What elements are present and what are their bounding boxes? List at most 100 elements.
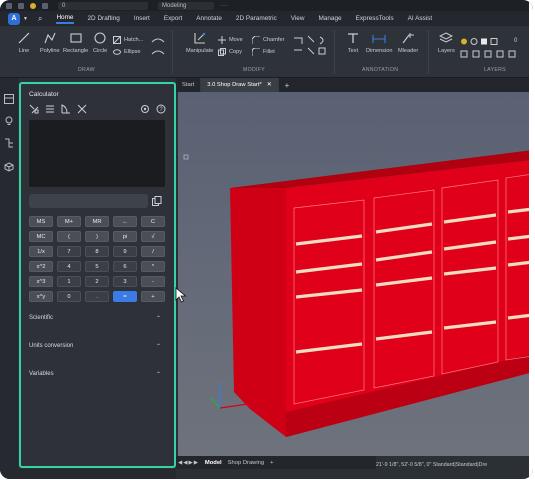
key-memory-add[interactable]: M+ — [57, 216, 81, 227]
key-digit-6[interactable]: 6 — [113, 261, 137, 272]
expression-input[interactable] — [29, 194, 148, 208]
chamfer-button[interactable]: Chamfer — [252, 36, 284, 44]
layer-tool-icons[interactable] — [460, 50, 520, 59]
tab-export[interactable]: Export — [164, 15, 182, 22]
key-square[interactable]: x^2 — [29, 261, 53, 272]
lightbulb-icon[interactable] — [30, 2, 36, 9]
open-file-icon[interactable] — [18, 2, 24, 9]
app-menu-button[interactable]: A — [8, 12, 20, 25]
layer-state-icons[interactable] — [460, 37, 504, 46]
lightbulb-icon[interactable] — [4, 116, 14, 126]
intersection-icon[interactable] — [77, 104, 87, 114]
status-style-1[interactable]: Standard — [433, 462, 455, 468]
key-memory-clear[interactable]: MC — [29, 231, 53, 242]
panel-icon[interactable] — [4, 94, 14, 104]
status-style-2[interactable]: Standard — [456, 462, 478, 468]
current-layer-value[interactable]: 0 — [514, 38, 517, 44]
tab-ai-assist[interactable]: AI Assist — [408, 15, 433, 22]
key-decimal[interactable]: . — [85, 291, 109, 302]
rectangle-button[interactable]: Rectangle — [63, 31, 88, 54]
tab-view[interactable]: View — [291, 15, 305, 22]
key-multiply[interactable]: * — [141, 261, 165, 272]
key-clear[interactable]: C — [141, 216, 165, 227]
fillet-button[interactable]: Fillet — [252, 48, 275, 56]
drawing-viewport[interactable] — [178, 92, 533, 456]
layout-nav-arrows[interactable]: ◀◀▶▶ — [178, 460, 199, 466]
key-reciprocal[interactable]: 1/x — [29, 246, 53, 257]
key-digit-1[interactable]: 1 — [57, 276, 81, 287]
layout-tab-shop-drawing[interactable]: Shop Drawing — [228, 460, 264, 466]
hatch-button[interactable]: Hatch... — [113, 36, 143, 44]
tab-insert[interactable]: Insert — [134, 15, 150, 22]
help-icon[interactable]: ? — [156, 104, 166, 114]
cube-icon[interactable] — [4, 162, 14, 172]
angle-icon[interactable] — [61, 104, 71, 114]
key-digit-8[interactable]: 8 — [85, 246, 109, 257]
copy-icon[interactable] — [152, 196, 162, 206]
mleader-button[interactable]: Mleader — [398, 31, 418, 54]
key-digit-0[interactable]: 0 — [57, 291, 81, 302]
distance-icon[interactable] — [45, 104, 55, 114]
draw-extra-icons[interactable] — [150, 36, 166, 58]
chevron-down-icon[interactable]: ▼ — [23, 16, 28, 22]
more-icon[interactable]: ··· — [220, 3, 229, 9]
key-memory-recall[interactable]: MR — [85, 216, 109, 227]
layer-field[interactable]: 0 — [58, 1, 148, 10]
key-divide[interactable]: / — [141, 246, 165, 257]
close-icon[interactable]: ✕ — [267, 82, 272, 88]
structure-icon[interactable] — [4, 138, 14, 148]
move-button[interactable]: Move — [218, 36, 243, 44]
layout-tab-model[interactable]: Model — [205, 460, 222, 466]
key-digit-2[interactable]: 2 — [85, 276, 109, 287]
tab-expresstools[interactable]: ExpressTools — [356, 15, 394, 22]
settings-icon[interactable] — [140, 104, 150, 114]
modify-extra-icons[interactable] — [292, 34, 328, 58]
polyline-button[interactable]: Polyline — [40, 31, 60, 54]
new-file-icon[interactable] — [6, 2, 12, 9]
key-power[interactable]: x^y — [29, 291, 53, 302]
key-digit-5[interactable]: 5 — [85, 261, 109, 272]
key-digit-4[interactable]: 4 — [57, 261, 81, 272]
key-backspace[interactable]: ← — [113, 216, 137, 227]
undo-icon[interactable] — [42, 2, 48, 9]
new-tab-button[interactable]: + — [285, 81, 290, 90]
line-button[interactable]: Line — [17, 31, 31, 54]
key-digit-7[interactable]: 7 — [57, 246, 81, 257]
chevron-up-icon[interactable]: ⌃ — [156, 371, 161, 378]
key-subtract[interactable]: - — [141, 276, 165, 287]
key-equals[interactable]: = — [113, 291, 137, 302]
doc-tab-start[interactable]: Start — [176, 78, 202, 92]
manipulate-button[interactable]: Manipulate — [186, 31, 213, 54]
section-variables[interactable]: Variables ⌃ — [29, 371, 161, 378]
workspace-selector[interactable]: Modeling — [158, 1, 214, 10]
tab-annotate[interactable]: Annotate — [196, 15, 222, 22]
key-cube[interactable]: x^3 — [29, 276, 53, 287]
key-digit-3[interactable]: 3 — [113, 276, 137, 287]
key-memory-store[interactable]: MS — [29, 216, 53, 227]
tab-home[interactable]: Home — [56, 14, 74, 24]
section-units-conversion[interactable]: Units conversion ⌃ — [29, 343, 161, 350]
tab-2d-drafting[interactable]: 2D Drafting — [88, 15, 120, 22]
ellipse-button[interactable]: Ellipse — [113, 48, 140, 56]
key-open-paren[interactable]: ( — [57, 231, 81, 242]
key-digit-9[interactable]: 9 — [113, 246, 137, 257]
status-style-3[interactable]: Dre — [479, 462, 488, 468]
dimension-button[interactable]: Dimension — [366, 31, 392, 54]
add-layout-button[interactable]: + — [270, 460, 273, 466]
chevron-up-icon[interactable]: ⌃ — [156, 315, 161, 322]
search-icon[interactable]: ⌕ — [38, 14, 42, 24]
tab-manage[interactable]: Manage — [318, 15, 341, 22]
text-button[interactable]: Text — [346, 31, 360, 54]
key-add[interactable]: + — [141, 291, 165, 302]
copy-button[interactable]: Copy — [218, 48, 242, 56]
tab-2d-parametric[interactable]: 2D Parametric — [236, 15, 277, 22]
layers-button[interactable]: Layers — [438, 31, 455, 54]
key-pi[interactable]: pi — [113, 231, 137, 242]
section-scientific[interactable]: Scientific ⌃ — [29, 315, 161, 322]
chevron-up-icon[interactable]: ⌃ — [156, 343, 161, 350]
key-close-paren[interactable]: ) — [85, 231, 109, 242]
pick-point-icon[interactable] — [29, 104, 39, 114]
doc-tab-shop-draw[interactable]: 3.0 Shop Draw Start* ✕ — [201, 78, 279, 92]
key-sqrt[interactable]: √ — [141, 231, 165, 242]
circle-button[interactable]: Circle — [93, 31, 107, 54]
